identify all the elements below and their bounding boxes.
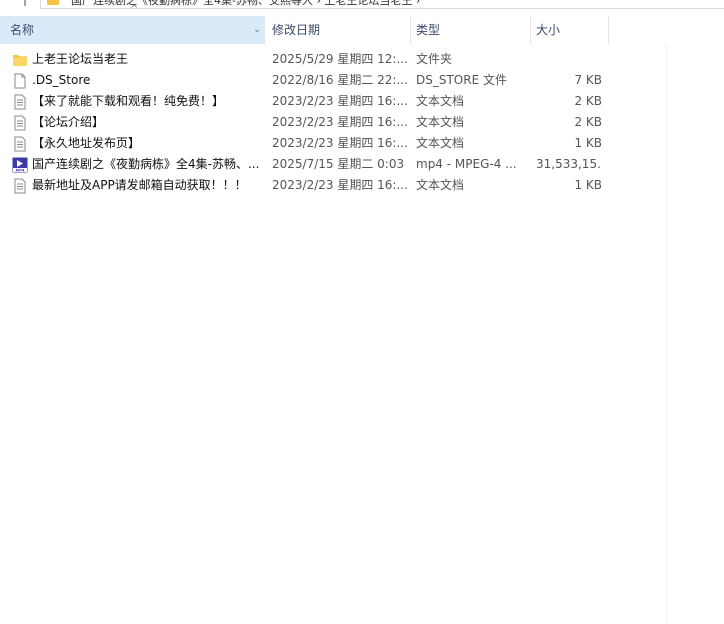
svg-text:MP4: MP4 xyxy=(16,168,25,172)
column-name-header[interactable]: ^ 名称 ⌄ xyxy=(0,5,264,44)
file-date: 2023/2/23 星期四 16:... xyxy=(272,94,408,108)
file-name: 【来了就能下载和观看！纯免费！】 xyxy=(32,94,225,108)
file-type: 文本文档 xyxy=(416,115,465,129)
sort-ascending-icon: ^ xyxy=(130,4,139,15)
file-name: 国产连续剧之《夜勤病栋》全4集-苏畅、... xyxy=(32,157,260,171)
text-file-icon xyxy=(14,178,26,194)
up-arrow-icon[interactable]: ↑ xyxy=(20,0,30,9)
file-date: 2022/8/16 星期二 22:... xyxy=(272,73,408,87)
file-row[interactable]: 【论坛介绍】 2023/2/23 星期四 16:... 文本文档 2 KB xyxy=(0,112,724,133)
column-date-header[interactable]: 修改日期 xyxy=(272,16,408,44)
file-row[interactable]: 【来了就能下载和观看！纯免费！】 2023/2/23 星期四 16:... 文本… xyxy=(0,91,724,112)
column-size-label: 大小 xyxy=(536,23,561,37)
address-path: 国产连续剧之《夜勤病栋》全4集-苏畅、艾熙等人 › 上老王论坛当老王 › xyxy=(71,0,421,7)
text-file-icon xyxy=(14,136,26,152)
column-type-header[interactable]: 类型 xyxy=(416,16,528,44)
file-date: 2023/2/23 星期四 16:... xyxy=(272,115,408,129)
folder-icon xyxy=(13,55,27,66)
file-row[interactable]: .DS_Store 2022/8/16 星期二 22:... DS_STORE … xyxy=(0,70,724,91)
file-size: 1 KB xyxy=(574,178,602,192)
file-date: 2023/2/23 星期四 16:... xyxy=(272,136,408,150)
file-name: .DS_Store xyxy=(32,73,91,87)
file-name: 上老王论坛当老王 xyxy=(32,52,129,66)
file-type: 文本文档 xyxy=(416,136,465,150)
file-type: 文件夹 xyxy=(416,52,453,66)
file-icon xyxy=(14,73,26,89)
file-type: 文本文档 xyxy=(416,94,465,108)
column-divider[interactable] xyxy=(410,16,411,44)
text-file-icon xyxy=(14,94,26,110)
file-name: 【论坛介绍】 xyxy=(32,115,105,129)
file-size: 2 KB xyxy=(574,94,602,108)
column-name-label: 名称 xyxy=(10,23,35,37)
column-divider[interactable] xyxy=(264,16,265,44)
column-date-label: 修改日期 xyxy=(272,23,321,37)
address-bar[interactable]: ↑ 国产连续剧之《夜勤病栋》全4集-苏畅、艾熙等人 › 上老王论坛当老王 › xyxy=(0,0,724,10)
file-size: 31,533,15... xyxy=(536,157,602,171)
file-name: 最新地址及APP请发邮箱自动获取！！！ xyxy=(32,178,247,192)
file-type: mp4 - MPEG-4 ... xyxy=(416,157,517,171)
file-size: 1 KB xyxy=(574,136,602,150)
file-date: 2025/7/15 星期二 0:03 xyxy=(272,157,405,171)
column-divider[interactable] xyxy=(608,16,609,44)
video-file-icon: MP4 xyxy=(12,157,28,173)
file-type: 文本文档 xyxy=(416,178,465,192)
file-row[interactable]: 【永久地址发布页】 2023/2/23 星期四 16:... 文本文档 1 KB xyxy=(0,133,724,154)
text-file-icon xyxy=(14,115,26,131)
file-list: 上老王论坛当老王 2025/5/29 星期四 12:... 文件夹 .DS_St… xyxy=(0,49,724,196)
column-size-header[interactable]: 大小 xyxy=(536,16,606,44)
file-name: 【永久地址发布页】 xyxy=(32,136,141,150)
address-box[interactable]: 国产连续剧之《夜勤病栋》全4集-苏畅、艾熙等人 › 上老王论坛当老王 › xyxy=(40,0,724,9)
file-size: 7 KB xyxy=(574,73,602,87)
folder-icon xyxy=(47,0,59,5)
file-size: 2 KB xyxy=(574,115,602,129)
file-date: 2023/2/23 星期四 16:... xyxy=(272,178,408,192)
chevron-down-icon[interactable]: ⌄ xyxy=(253,16,261,44)
column-divider[interactable] xyxy=(530,16,531,44)
file-type: DS_STORE 文件 xyxy=(416,73,507,87)
file-date: 2025/5/29 星期四 12:... xyxy=(272,52,408,66)
file-row[interactable]: MP4 国产连续剧之《夜勤病栋》全4集-苏畅、... 2025/7/15 星期二… xyxy=(0,154,724,175)
column-header: ^ 名称 ⌄ 修改日期 类型 大小 xyxy=(0,5,724,44)
file-row[interactable]: 最新地址及APP请发邮箱自动获取！！！ 2023/2/23 星期四 16:...… xyxy=(0,175,724,196)
column-type-label: 类型 xyxy=(416,23,441,37)
file-row[interactable]: 上老王论坛当老王 2025/5/29 星期四 12:... 文件夹 xyxy=(0,49,724,70)
